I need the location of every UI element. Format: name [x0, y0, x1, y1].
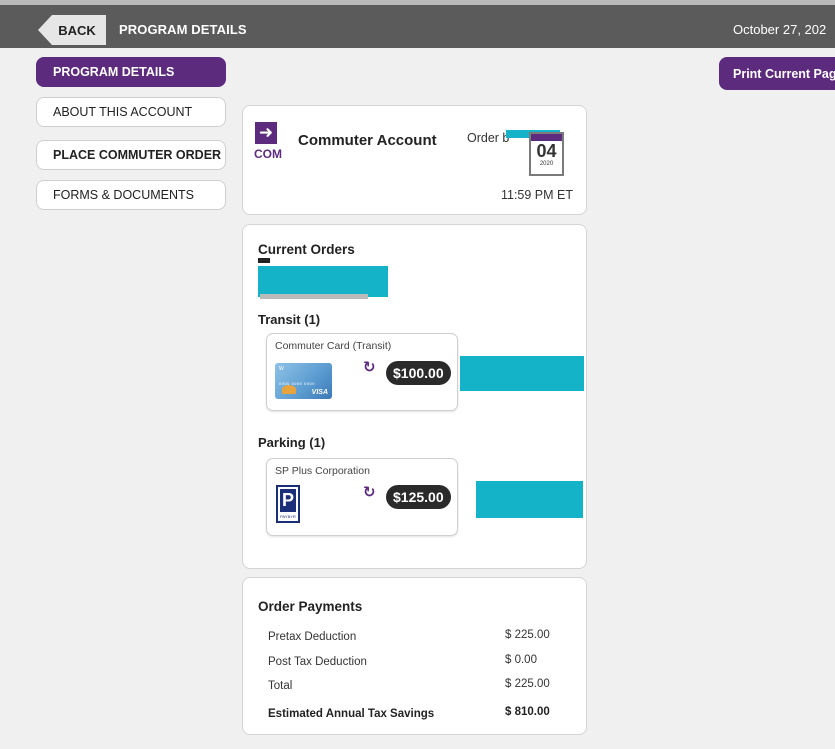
sidebar-item-place-commuter-order[interactable]: PLACE COMMUTER ORDER — [36, 140, 226, 170]
sidebar-item-forms-documents[interactable]: FORMS & DOCUMENTS — [36, 180, 226, 210]
calendar-icon: 04 2020 — [529, 132, 564, 176]
card-brand: VISA — [311, 389, 328, 396]
order-deadline-time: 11:59 PM ET — [500, 188, 573, 202]
payment-row-value: $ 225.00 — [505, 629, 550, 641]
parking-amount: $125.00 — [386, 485, 451, 509]
print-current-page-button[interactable]: Print Current Pag — [719, 57, 835, 90]
order-by-label: Order b — [467, 131, 510, 145]
parking-order-item[interactable]: SP Plus Corporation P PAYBYR ↻ $125.00 — [266, 458, 458, 536]
recurring-icon: ↻ — [363, 484, 376, 501]
back-button[interactable]: BACK — [38, 15, 106, 45]
transit-item-name: Commuter Card (Transit) — [275, 340, 392, 352]
redaction-box — [258, 266, 388, 297]
transit-heading: Transit (1) — [258, 312, 321, 327]
payment-row-value: $ 225.00 — [505, 678, 550, 690]
recurring-icon: ↻ — [363, 359, 376, 376]
redacted-text-fragment — [258, 258, 270, 263]
top-bar: BACK PROGRAM DETAILS October 27, 202 — [0, 0, 835, 48]
page-title: PROGRAM DETAILS — [119, 22, 247, 37]
transit-amount: $100.00 — [386, 361, 451, 385]
current-orders-card: Current Orders Transit (1) Commuter Card… — [242, 224, 587, 569]
account-type-label: COM — [254, 147, 282, 161]
parking-logo-text: PAYBYR — [280, 514, 296, 519]
calendar-year: 2020 — [539, 161, 554, 167]
payment-row-label: Estimated Annual Tax Savings — [268, 708, 435, 720]
redacted-text-fragment — [260, 294, 368, 299]
payment-row-value: $ 0.00 — [505, 654, 537, 666]
account-title: Commuter Account — [298, 132, 437, 149]
redaction-box — [476, 481, 583, 518]
payment-row-value: $ 810.00 — [505, 706, 550, 718]
payment-row-label: Post Tax Deduction — [268, 656, 367, 668]
order-payments-heading: Order Payments — [258, 599, 363, 614]
commuter-card-image: W 0000 0000 0000 VISA — [275, 363, 332, 399]
current-date: October 27, 202 — [733, 22, 827, 37]
parking-logo-letter: P — [280, 489, 296, 512]
sidebar-item-about-account[interactable]: ABOUT THIS ACCOUNT — [36, 97, 226, 127]
transit-order-item[interactable]: Commuter Card (Transit) W 0000 0000 0000… — [266, 333, 458, 411]
sidebar-item-program-details[interactable]: PROGRAM DETAILS — [36, 57, 226, 87]
redaction-box — [460, 356, 584, 391]
parking-logo-icon: P PAYBYR — [276, 485, 300, 523]
current-orders-heading: Current Orders — [258, 242, 355, 257]
parking-item-name: SP Plus Corporation — [275, 465, 370, 477]
payment-row-label: Total — [268, 680, 293, 692]
payment-row-label: Pretax Deduction — [268, 631, 357, 643]
order-payments-card: Order Payments Pretax Deduction $ 225.00… — [242, 577, 587, 735]
arrow-right-icon: ➜ — [255, 122, 277, 144]
parking-heading: Parking (1) — [258, 435, 326, 450]
calendar-day: 04 — [536, 141, 557, 161]
account-card: ➜ COM Commuter Account Order b 04 2020 1… — [242, 105, 587, 215]
